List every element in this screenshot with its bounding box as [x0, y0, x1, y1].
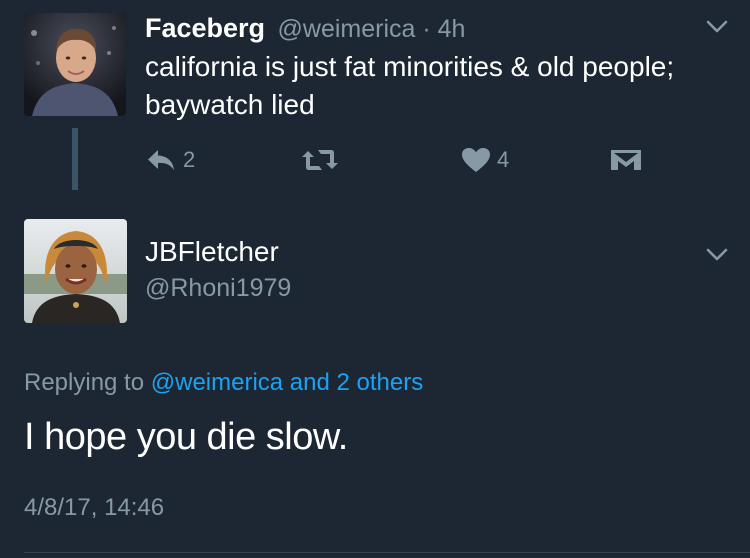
- retweet-button[interactable]: [300, 140, 346, 180]
- reply-icon: [148, 150, 174, 170]
- avatar-jbfletcher[interactable]: [24, 219, 127, 323]
- avatar-faceberg[interactable]: [24, 13, 126, 116]
- tweet-thread-screen: Faceberg @weimerica · 4h california is j…: [0, 0, 750, 558]
- heart-icon: [462, 148, 490, 172]
- replying-to-link[interactable]: @weimerica and 2 others: [151, 369, 423, 396]
- avatar-jbfletcher-image: [24, 219, 127, 323]
- time-separator: ·: [415, 15, 438, 43]
- reply-author-handle[interactable]: @Rhoni1979: [145, 271, 291, 305]
- like-button[interactable]: 4: [461, 140, 509, 180]
- replying-to-label: Replying to: [24, 369, 151, 396]
- tweet-text: california is just fat minorities & old …: [145, 51, 675, 120]
- envelope-icon: [611, 150, 641, 170]
- replying-to-line: Replying to @weimerica and 2 others: [24, 366, 423, 400]
- direct-message-button[interactable]: [610, 140, 642, 180]
- tweet-header: Faceberg @weimerica · 4h: [145, 10, 465, 46]
- author-handle[interactable]: @weimerica: [278, 15, 416, 43]
- divider: [24, 552, 750, 553]
- reply-count: 2: [183, 147, 196, 172]
- author-display-name[interactable]: Faceberg: [145, 13, 265, 43]
- reply-button[interactable]: 2: [145, 140, 195, 180]
- reply-timestamp[interactable]: 4/8/17, 14:46: [24, 491, 164, 525]
- reply-tweet-text: I hope you die slow.: [24, 416, 348, 458]
- chevron-down-icon[interactable]: [706, 20, 728, 34]
- like-count: 4: [497, 147, 510, 172]
- tweet-actions: 2 4: [0, 140, 750, 180]
- avatar-faceberg-image: [24, 13, 126, 116]
- retweet-icon: [302, 150, 338, 170]
- tweet-time[interactable]: 4h: [438, 15, 466, 43]
- reply-author-display-name[interactable]: JBFletcher: [145, 234, 279, 270]
- chevron-down-icon[interactable]: [706, 248, 728, 262]
